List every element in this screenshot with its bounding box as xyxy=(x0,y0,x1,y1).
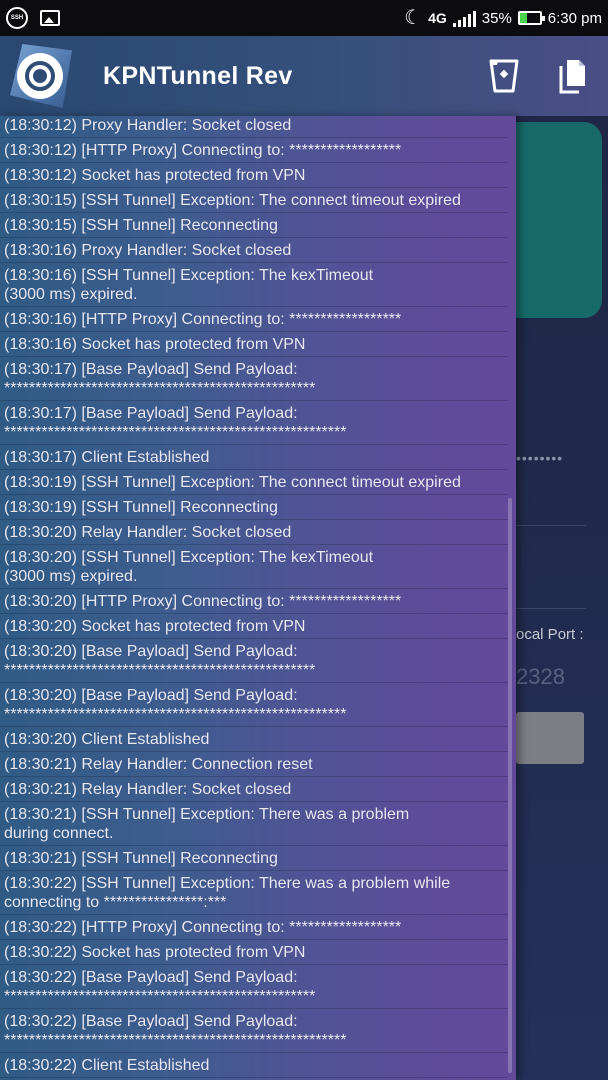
ssh-notification-icon: SSH xyxy=(6,7,28,29)
log-entry: (18:30:16) Socket has protected from VPN xyxy=(0,332,508,357)
log-entry: (18:30:17) [Base Payload] Send Payload: … xyxy=(0,357,508,401)
log-entry: (18:30:20) [Base Payload] Send Payload: … xyxy=(0,639,508,683)
log-entry: (18:30:19) [SSH Tunnel] Exception: The c… xyxy=(0,470,508,495)
log-entry: (18:30:15) [SSH Tunnel] Exception: The c… xyxy=(0,188,508,213)
log-entry: (18:30:12) Proxy Handler: Socket closed xyxy=(0,116,508,138)
log-entry: (18:30:16) [HTTP Proxy] Connecting to: *… xyxy=(0,307,508,332)
app-toolbar: KPNTunnel Rev xyxy=(0,36,608,116)
log-entry: (18:30:21) Relay Handler: Socket closed xyxy=(0,777,508,802)
log-entry: (18:30:20) Socket has protected from VPN xyxy=(0,614,508,639)
background-divider xyxy=(516,608,586,609)
log-entry: (18:30:16) Proxy Handler: Socket closed xyxy=(0,238,508,263)
clear-log-icon[interactable] xyxy=(488,57,520,95)
log-entry: (18:30:17) Client Established xyxy=(0,445,508,470)
log-entry: (18:30:16) [SSH Tunnel] Exception: The k… xyxy=(0,263,508,307)
log-entry: (18:30:12) [HTTP Proxy] Connecting to: *… xyxy=(0,138,508,163)
log-entry: (18:30:20) [SSH Tunnel] Exception: The k… xyxy=(0,545,508,589)
background-local-port-label: ocal Port : xyxy=(516,626,584,643)
screen: •••••••• ocal Port : 2328 SSH ☾ 4G 35% 6… xyxy=(0,0,608,1080)
log-entry: (18:30:22) Client Established xyxy=(0,1053,508,1078)
log-drawer[interactable]: (18:30:12) Proxy Handler: Socket closed(… xyxy=(0,116,516,1080)
image-notification-icon xyxy=(40,10,60,26)
log-entry: (18:30:22) [Base Payload] Send Payload: … xyxy=(0,1009,508,1053)
signal-strength-icon xyxy=(452,9,476,27)
background-masked-field: •••••••• xyxy=(516,450,564,466)
log-list: (18:30:12) Proxy Handler: Socket closed(… xyxy=(0,116,508,1078)
background-connect-button xyxy=(516,712,584,764)
log-entry: (18:30:22) Socket has protected from VPN xyxy=(0,940,508,965)
log-entry: (18:30:21) [SSH Tunnel] Exception: There… xyxy=(0,802,508,846)
log-entry: (18:30:22) [Base Payload] Send Payload: … xyxy=(0,965,508,1009)
copy-log-icon[interactable] xyxy=(556,57,588,95)
log-entry: (18:30:22) [HTTP Proxy] Connecting to: *… xyxy=(0,915,508,940)
network-type-indicator: 4G xyxy=(428,10,447,26)
status-bar: SSH ☾ 4G 35% 6:30 pm xyxy=(0,0,608,36)
battery-charging-icon xyxy=(517,11,545,25)
log-entry: (18:30:17) [Base Payload] Send Payload: … xyxy=(0,401,508,445)
log-entry: (18:30:20) [Base Payload] Send Payload: … xyxy=(0,683,508,727)
log-entry: (18:30:20) Relay Handler: Socket closed xyxy=(0,520,508,545)
app-logo-icon[interactable] xyxy=(0,36,80,116)
background-local-port-value: 2328 xyxy=(516,664,565,689)
log-entry: (18:30:20) [HTTP Proxy] Connecting to: *… xyxy=(0,589,508,614)
log-entry: (18:30:20) Client Established xyxy=(0,727,508,752)
clock: 6:30 pm xyxy=(547,9,602,27)
app-title: KPNTunnel Rev xyxy=(103,61,293,90)
log-entry: (18:30:21) Relay Handler: Connection res… xyxy=(0,752,508,777)
log-entry: (18:30:21) [SSH Tunnel] Reconnecting xyxy=(0,846,508,871)
battery-percent: 35% xyxy=(481,9,512,27)
log-entry: (18:30:12) Socket has protected from VPN xyxy=(0,163,508,188)
log-entry: (18:30:19) [SSH Tunnel] Reconnecting xyxy=(0,495,508,520)
log-scrollbar[interactable] xyxy=(508,498,512,1073)
background-divider xyxy=(516,525,586,526)
log-entry: (18:30:15) [SSH Tunnel] Reconnecting xyxy=(0,213,508,238)
do-not-disturb-moon-icon: ☾ xyxy=(404,7,423,29)
log-entry: (18:30:22) [SSH Tunnel] Exception: There… xyxy=(0,871,508,915)
